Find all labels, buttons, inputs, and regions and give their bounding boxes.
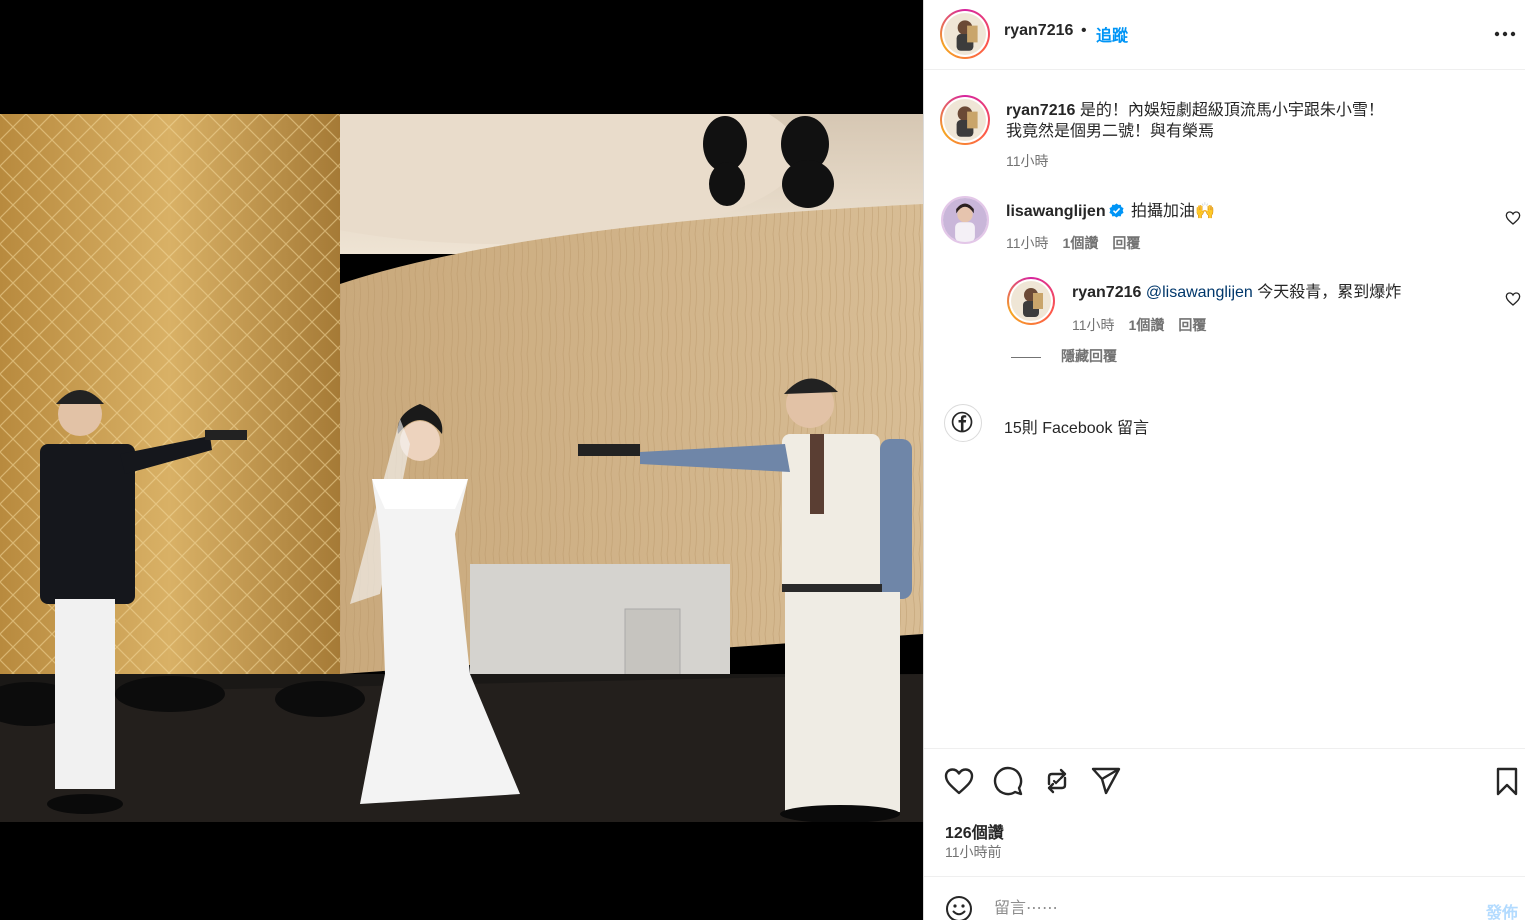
reply-text: 今天殺青，累到爆炸 [1257,284,1402,301]
comment-input[interactable] [994,897,1434,920]
facebook-icon-circle [944,404,982,442]
caption-line-2: 我竟然是個男二號！與有榮焉 [1006,123,1215,140]
emoji-smiley-icon[interactable] [945,895,973,920]
post-side-panel: ryan7216 • 追蹤 ryan7216 是的！內娛短劇超級頂流馬小宇跟朱小… [923,0,1525,920]
comment-username[interactable]: lisawanglijen [1006,203,1106,220]
author-avatar-image [944,13,986,55]
reply-reply-button[interactable]: 回覆 [1178,317,1206,333]
post-media-pane [0,0,923,920]
hide-replies-line [1011,356,1041,358]
comments-section: ryan7216 是的！內娛短劇超級頂流馬小宇跟朱小雪！ 我竟然是個男二號！與有… [924,70,1525,748]
post-caption: ryan7216 是的！內娛短劇超級頂流馬小宇跟朱小雪！ 我竟然是個男二號！與有… [1006,100,1506,142]
verified-badge-icon [1109,203,1124,218]
hide-replies-label: 隱藏回覆 [1061,348,1117,364]
comment-time[interactable]: 11小時 [1006,235,1049,251]
share-send-icon[interactable] [1090,765,1122,797]
follow-button[interactable]: 追蹤 [1096,22,1128,46]
repost-icon[interactable] [1041,765,1073,797]
reply-avatar[interactable] [1007,277,1055,325]
caption-meta: 11小時 [1006,151,1049,171]
reply-like-heart-icon[interactable] [1505,291,1521,307]
post-header: ryan7216 • 追蹤 [924,0,1525,70]
caption-line-1: 是的！內娛短劇超級頂流馬小宇跟朱小雪！ [1079,102,1384,119]
add-comment-bar: 發佈 [924,876,1525,920]
comment-reply-button[interactable]: 回覆 [1112,235,1140,251]
reply-avatar-image [1011,281,1051,321]
comment-like-heart-icon[interactable] [1505,210,1521,226]
hide-replies-button[interactable]: 隱藏回覆 [1011,346,1117,366]
comment-bubble-icon[interactable] [992,765,1024,797]
caption-avatar[interactable] [940,95,990,145]
post-time-ago[interactable]: 11小時前 [945,842,1002,862]
header-separator: • [1081,22,1087,39]
comment-item: lisawanglijen 拍攝加油🙌 [1006,201,1486,222]
comment-likes-count[interactable]: 1個讚 [1063,235,1099,251]
caption-time[interactable]: 11小時 [1006,153,1049,169]
reply-meta: 11小時 1個讚 回覆 [1072,315,1206,335]
post-likes-count[interactable]: 126個讚 [945,819,1004,843]
post-photo[interactable] [0,114,923,822]
comment-meta: 11小時 1個讚 回覆 [1006,233,1140,253]
reply-mention-link[interactable]: @lisawanglijen [1146,284,1253,301]
like-heart-icon[interactable] [943,765,975,797]
reply-time[interactable]: 11小時 [1072,317,1115,333]
facebook-comments-label: 15則 Facebook 留言 [1004,420,1149,437]
reply-username[interactable]: ryan7216 [1072,284,1141,301]
post-comment-button[interactable]: 發佈 [1486,899,1518,920]
comment-avatar[interactable] [941,196,989,244]
reply-item: ryan7216 @lisawanglijen 今天殺青，累到爆炸 [1072,282,1492,303]
author-avatar[interactable] [940,9,990,59]
caption-avatar-image [944,99,986,141]
author-username[interactable]: ryan7216 [1004,22,1073,40]
comment-text: 拍攝加油🙌 [1131,203,1215,220]
more-horizontal-icon[interactable] [1492,24,1518,44]
save-bookmark-icon[interactable] [1491,765,1523,797]
wedding-scene-image [0,114,923,822]
caption-username[interactable]: ryan7216 [1006,102,1075,119]
comment-avatar-image [943,198,987,242]
facebook-icon [951,411,973,433]
reply-likes-count[interactable]: 1個讚 [1129,317,1165,333]
post-actions-bar: 126個讚 11小時前 [924,748,1525,876]
